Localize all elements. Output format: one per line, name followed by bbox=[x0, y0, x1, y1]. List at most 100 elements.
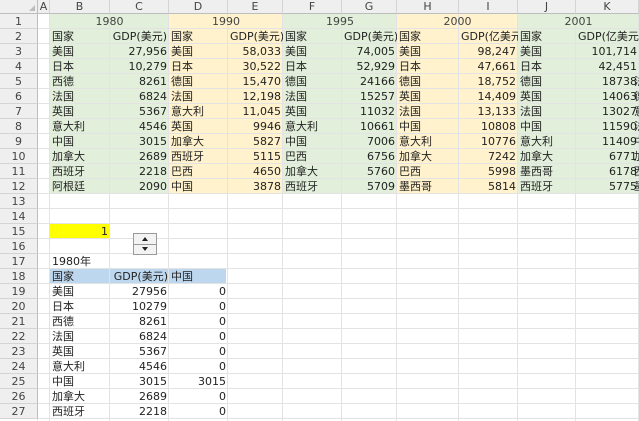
gdp-header[interactable]: GDP(亿美元 bbox=[459, 29, 518, 44]
column-header-f[interactable]: F bbox=[283, 0, 342, 14]
row-header-19[interactable]: 19 bbox=[0, 284, 38, 299]
gdp-cell[interactable]: 14,409 bbox=[459, 89, 518, 104]
lower-header-2[interactable]: 中国 bbox=[169, 269, 226, 284]
gdp-cell[interactable]: 9946 bbox=[228, 119, 283, 134]
gdp-cell[interactable]: 15257 bbox=[342, 89, 397, 104]
gdp-cell[interactable]: 98,247 bbox=[459, 44, 518, 59]
select-all-corner[interactable] bbox=[0, 0, 38, 14]
gdp-cell[interactable]: 24166 bbox=[342, 74, 397, 89]
row-header-20[interactable]: 20 bbox=[0, 299, 38, 314]
country-cell[interactable]: 法国 bbox=[518, 104, 576, 119]
gdp-cell[interactable]: 15,470 bbox=[228, 74, 283, 89]
gdp-cell[interactable]: 5760 bbox=[342, 164, 397, 179]
column-header-a[interactable]: A bbox=[38, 0, 50, 14]
country-cell[interactable]: 德国 bbox=[283, 74, 342, 89]
row-header-18[interactable]: 18 bbox=[0, 269, 38, 284]
country-cell[interactable]: 意大利 bbox=[50, 119, 110, 134]
country-cell[interactable]: 意大利 bbox=[169, 104, 228, 119]
row-header-26[interactable]: 26 bbox=[0, 389, 38, 404]
gdp-cell[interactable]: 27,956 bbox=[110, 44, 169, 59]
gdp-cell[interactable]: 5775 bbox=[576, 179, 639, 194]
row-header-21[interactable]: 21 bbox=[0, 314, 38, 329]
country-cell[interactable]: 巴西 bbox=[283, 149, 342, 164]
country-cell[interactable]: 加拿大 bbox=[397, 149, 459, 164]
year-label-1980[interactable]: 1980 bbox=[50, 14, 169, 29]
country-cell[interactable]: 意大利 bbox=[518, 134, 576, 149]
selector-value[interactable]: 1 bbox=[50, 224, 110, 239]
gdp-cell[interactable]: 5814 bbox=[459, 179, 518, 194]
gdp-cell[interactable]: 11,045 bbox=[228, 104, 283, 119]
gdp-cell[interactable]: 74,005 bbox=[342, 44, 397, 59]
lower-country-cell[interactable]: 日本 bbox=[50, 299, 110, 314]
lower-gdp-cell[interactable]: 2689 bbox=[110, 389, 169, 404]
column-header-d[interactable]: D bbox=[169, 0, 228, 14]
gdp-cell[interactable]: 5998 bbox=[459, 164, 518, 179]
lower-country-cell[interactable]: 加拿大 bbox=[50, 389, 110, 404]
gdp-cell[interactable]: 5367 bbox=[110, 104, 169, 119]
gdp-cell[interactable]: 42,451 bbox=[576, 59, 639, 74]
country-cell[interactable]: 加拿大 bbox=[518, 149, 576, 164]
gdp-cell[interactable]: 18738 bbox=[576, 74, 639, 89]
gdp-cell[interactable]: 6756 bbox=[342, 149, 397, 164]
gdp-cell[interactable]: 3878 bbox=[228, 179, 283, 194]
row-header-14[interactable]: 14 bbox=[0, 209, 38, 224]
gdp-cell[interactable]: 52,929 bbox=[342, 59, 397, 74]
country-cell[interactable]: 美国 bbox=[169, 44, 228, 59]
country-cell[interactable]: 日本 bbox=[50, 59, 110, 74]
country-cell[interactable]: 中国 bbox=[283, 134, 342, 149]
country-cell[interactable]: 日本 bbox=[397, 59, 459, 74]
country-cell[interactable]: 加拿大 bbox=[169, 134, 228, 149]
gdp-header[interactable]: GDP(美元) bbox=[342, 29, 397, 44]
gdp-cell[interactable]: 4650 bbox=[228, 164, 283, 179]
country-cell[interactable]: 阿根廷 bbox=[50, 179, 110, 194]
lower-china-cell[interactable]: 0 bbox=[169, 389, 228, 404]
gdp-cell[interactable]: 7006 bbox=[342, 134, 397, 149]
gdp-cell[interactable]: 5115 bbox=[228, 149, 283, 164]
country-header[interactable]: 国家 bbox=[397, 29, 459, 44]
gdp-cell[interactable]: 11590 bbox=[576, 119, 639, 134]
country-cell[interactable]: 加拿大 bbox=[283, 164, 342, 179]
country-cell[interactable]: 西班牙 bbox=[518, 179, 576, 194]
gdp-cell[interactable]: 2689 bbox=[110, 149, 169, 164]
gdp-cell[interactable]: 14063 bbox=[576, 89, 639, 104]
row-header-11[interactable]: 11 bbox=[0, 164, 38, 179]
lower-gdp-cell[interactable]: 3015 bbox=[110, 374, 169, 389]
country-cell[interactable]: 美国 bbox=[518, 44, 576, 59]
lower-china-cell[interactable]: 0 bbox=[169, 344, 228, 359]
gdp-cell[interactable]: 2090 bbox=[110, 179, 169, 194]
country-cell[interactable]: 德国 bbox=[518, 74, 576, 89]
gdp-cell[interactable]: 6178 bbox=[576, 164, 639, 179]
country-cell[interactable]: 西班牙 bbox=[283, 179, 342, 194]
gdp-cell[interactable]: 7242 bbox=[459, 149, 518, 164]
year-label-2000[interactable]: 2000 bbox=[397, 14, 518, 29]
country-cell[interactable]: 英国 bbox=[397, 89, 459, 104]
gdp-cell[interactable]: 10661 bbox=[342, 119, 397, 134]
country-cell[interactable]: 墨西哥 bbox=[518, 164, 576, 179]
country-cell[interactable]: 美国 bbox=[283, 44, 342, 59]
row-header-24[interactable]: 24 bbox=[0, 359, 38, 374]
country-cell[interactable]: 中国 bbox=[50, 134, 110, 149]
row-header-25[interactable]: 25 bbox=[0, 374, 38, 389]
gdp-cell[interactable]: 13,133 bbox=[459, 104, 518, 119]
gdp-header[interactable]: GDP(美元) bbox=[228, 29, 283, 44]
row-header-15[interactable]: 15 bbox=[0, 224, 38, 239]
lower-gdp-cell[interactable]: 8261 bbox=[110, 314, 169, 329]
country-cell[interactable]: 美国 bbox=[397, 44, 459, 59]
country-cell[interactable]: 加拿大 bbox=[50, 149, 110, 164]
gdp-cell[interactable]: 47,661 bbox=[459, 59, 518, 74]
lower-header-1[interactable]: GDP(美元) bbox=[110, 269, 170, 284]
country-cell[interactable]: 日本 bbox=[518, 59, 576, 74]
gdp-cell[interactable]: 2218 bbox=[110, 164, 169, 179]
lower-china-cell[interactable]: 3015 bbox=[169, 374, 228, 389]
country-cell[interactable]: 西班牙 bbox=[50, 164, 110, 179]
row-header-3[interactable]: 3 bbox=[0, 44, 38, 59]
country-cell[interactable]: 中国 bbox=[397, 119, 459, 134]
country-cell[interactable]: 法国 bbox=[283, 89, 342, 104]
lower-title[interactable]: 1980年 bbox=[50, 254, 130, 269]
row-header-13[interactable]: 13 bbox=[0, 194, 38, 209]
country-cell[interactable]: 美国 bbox=[50, 44, 110, 59]
gdp-cell[interactable]: 10776 bbox=[459, 134, 518, 149]
row-header-8[interactable]: 8 bbox=[0, 119, 38, 134]
row-header-1[interactable]: 1 bbox=[0, 14, 38, 29]
lower-country-cell[interactable]: 西班牙 bbox=[50, 404, 110, 419]
